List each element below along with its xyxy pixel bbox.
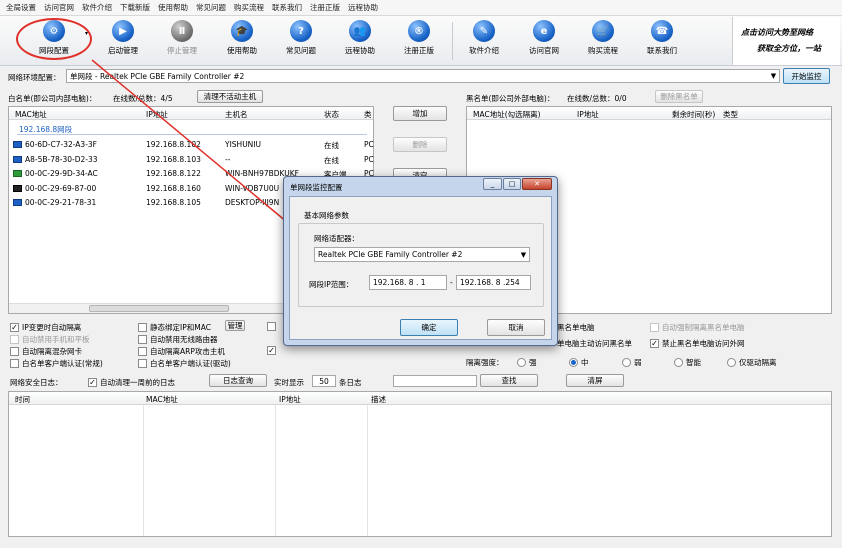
range-dash: - bbox=[450, 278, 453, 287]
dialog-body: 基本网络参数 网络适配器： Realtek PCIe GBE Family Co… bbox=[289, 196, 552, 340]
network-config-dialog: 单网段监控配置 _ □ ✕ 基本网络参数 网络适配器： Realtek PCIe… bbox=[283, 176, 558, 346]
group-title: 基本网络参数 bbox=[304, 211, 349, 220]
maximize-button[interactable]: □ bbox=[503, 178, 521, 190]
ip-end-input[interactable]: 192.168. 8 .254 bbox=[456, 275, 531, 290]
cancel-button[interactable]: 取消 bbox=[487, 319, 545, 336]
dialog-title: 单网段监控配置 bbox=[290, 183, 343, 192]
close-button[interactable]: ✕ bbox=[522, 178, 552, 190]
adapter-select-value: Realtek PCIe GBE Family Controller #2 bbox=[318, 250, 463, 259]
arrow-to-adapter bbox=[91, 59, 308, 239]
close-icon: ✕ bbox=[534, 180, 540, 188]
ip-start-input[interactable]: 192.168. 8 . 1 bbox=[369, 275, 447, 290]
ip-range-label: 网段IP范围： bbox=[309, 280, 354, 289]
adapter-label: 网络适配器： bbox=[314, 234, 359, 243]
ok-button[interactable]: 确定 bbox=[400, 319, 458, 336]
adapter-select[interactable]: Realtek PCIe GBE Family Controller #2 ▼ bbox=[314, 247, 530, 262]
chevron-down-icon: ▼ bbox=[520, 250, 527, 259]
minimize-button[interactable]: _ bbox=[483, 178, 502, 190]
